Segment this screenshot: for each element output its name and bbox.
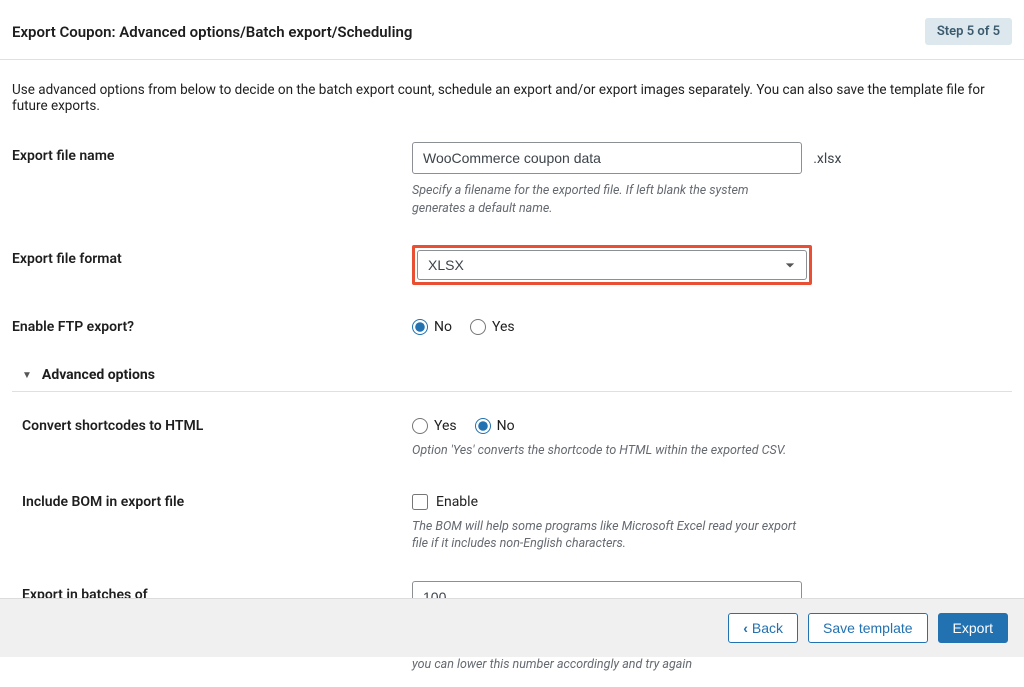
shortcodes-yes-option[interactable]: Yes (412, 418, 457, 434)
ftp-radio-group: No Yes (412, 313, 852, 335)
label-ftp: Enable FTP export? (12, 313, 412, 335)
help-shortcodes: Option 'Yes' converts the shortcode to H… (412, 442, 802, 460)
ftp-no-label: No (434, 319, 452, 335)
chevron-down-icon: ▼ (22, 370, 32, 381)
format-highlight: XLSX (412, 245, 812, 285)
ftp-no-option[interactable]: No (412, 319, 452, 335)
ftp-no-radio[interactable] (412, 319, 428, 335)
help-filename: Specify a filename for the exported file… (412, 182, 802, 217)
advanced-section-header[interactable]: ▼ Advanced options (12, 349, 1012, 392)
shortcodes-no-radio[interactable] (475, 418, 491, 434)
label-format: Export file format (12, 245, 412, 285)
shortcodes-yes-radio[interactable] (412, 418, 428, 434)
step-badge: Step 5 of 5 (925, 18, 1012, 45)
chevron-left-icon: ‹ (743, 620, 748, 636)
back-label: Back (752, 620, 783, 636)
filename-input[interactable] (412, 142, 802, 174)
shortcodes-yes-label: Yes (434, 418, 457, 434)
bom-check-option[interactable]: Enable (412, 488, 852, 510)
export-button[interactable]: Export (938, 613, 1008, 643)
ftp-yes-label: Yes (492, 319, 515, 335)
row-filename: Export file name .xlsx Specify a filenam… (12, 128, 1012, 231)
page-title: Export Coupon: Advanced options/Batch ex… (12, 23, 412, 41)
shortcodes-no-option[interactable]: No (475, 418, 515, 434)
advanced-section-title: Advanced options (42, 367, 155, 383)
ftp-yes-radio[interactable] (470, 319, 486, 335)
format-select[interactable]: XLSX (417, 250, 807, 280)
row-ftp: Enable FTP export? No Yes (12, 299, 1012, 349)
ftp-yes-option[interactable]: Yes (470, 319, 515, 335)
back-button[interactable]: ‹ Back (728, 613, 798, 643)
label-shortcodes: Convert shortcodes to HTML (22, 412, 412, 460)
page-header: Export Coupon: Advanced options/Batch ex… (0, 0, 1024, 60)
bom-checkbox[interactable] (412, 494, 428, 510)
label-bom: Include BOM in export file (22, 488, 412, 553)
bom-option-label: Enable (436, 494, 478, 510)
footer: ‹ Back Save template Export (0, 598, 1024, 657)
intro-text: Use advanced options from below to decid… (0, 60, 1024, 128)
save-template-button[interactable]: Save template (808, 613, 928, 643)
shortcodes-no-label: No (497, 418, 515, 434)
row-format: Export file format XLSX (12, 231, 1012, 299)
file-extension: .xlsx (813, 151, 841, 167)
row-shortcodes: Convert shortcodes to HTML Yes No Option… (12, 398, 1012, 474)
row-bom: Include BOM in export file Enable The BO… (12, 474, 1012, 567)
label-filename: Export file name (12, 142, 412, 217)
shortcodes-radio-group: Yes No (412, 412, 852, 434)
help-bom: The BOM will help some programs like Mic… (412, 518, 802, 553)
